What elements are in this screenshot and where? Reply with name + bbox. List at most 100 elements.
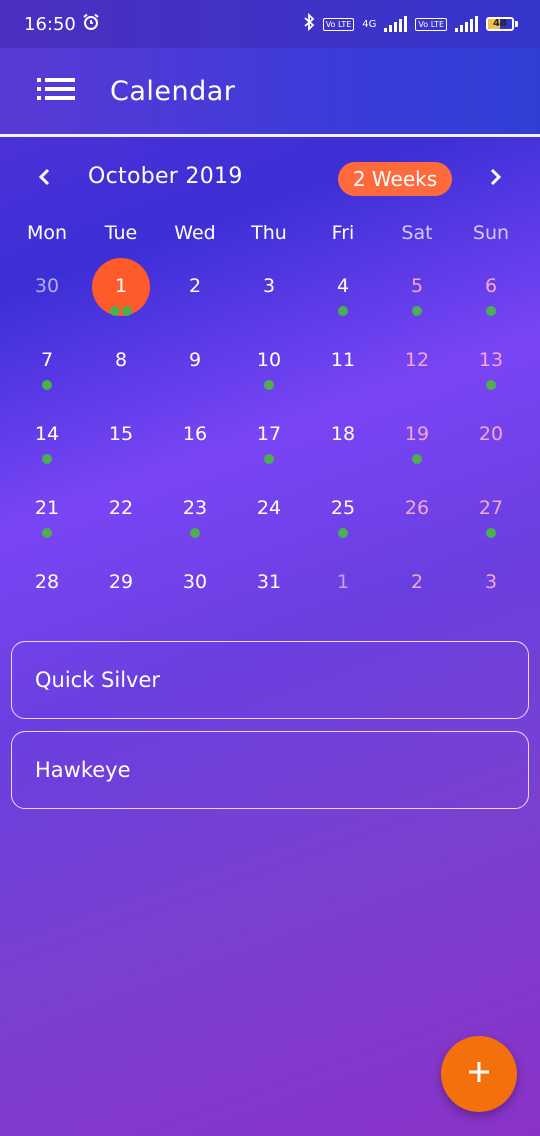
day-number: 16 — [182, 423, 208, 445]
day-number: 3 — [484, 571, 498, 593]
signal-icon-1 — [384, 16, 408, 32]
next-month-button[interactable] — [476, 158, 516, 200]
calendar-format-button[interactable]: 2 Weeks — [338, 162, 452, 196]
event-card[interactable]: Hawkeye — [11, 731, 529, 809]
event-card[interactable]: Quick Silver — [11, 641, 529, 719]
event-markers — [158, 528, 232, 538]
week-row: 14 15 16 17 18 19 20 — [10, 406, 528, 480]
event-marker-dot — [486, 306, 496, 316]
previous-month-button[interactable] — [24, 158, 64, 200]
day-cell[interactable]: 28 — [10, 554, 84, 628]
event-title: Hawkeye — [35, 758, 131, 782]
menu-button[interactable] — [20, 48, 92, 134]
event-markers — [380, 306, 454, 316]
selected-day-cell[interactable]: 1 — [84, 258, 158, 332]
day-cell[interactable]: 2 — [380, 554, 454, 628]
chevron-left-icon — [37, 167, 51, 191]
day-cell[interactable]: 1 — [306, 554, 380, 628]
day-cell[interactable]: 25 — [306, 480, 380, 554]
event-markers — [454, 306, 528, 316]
day-number: 9 — [188, 349, 202, 371]
event-marker-dot — [338, 306, 348, 316]
signal-icon-2 — [455, 16, 478, 32]
day-number: 24 — [256, 497, 282, 519]
event-marker-dot — [486, 528, 496, 538]
day-cell[interactable]: 6 — [454, 258, 528, 332]
day-number: 8 — [114, 349, 128, 371]
day-number: 23 — [182, 497, 208, 519]
day-number: 18 — [330, 423, 356, 445]
week-row: 7 8 9 10 11 12 13 — [10, 332, 528, 406]
day-number: 2 — [410, 571, 424, 593]
event-marker-dot — [42, 380, 52, 390]
day-cell[interactable]: 17 — [232, 406, 306, 480]
day-cell[interactable]: 3 — [232, 258, 306, 332]
day-number: 2 — [188, 275, 202, 297]
status-left: 16:50 — [24, 13, 100, 36]
network-type: 4G — [362, 18, 377, 30]
event-markers — [306, 528, 380, 538]
day-number: 6 — [484, 275, 498, 297]
page-title: Calendar — [110, 75, 236, 107]
weekday-header: Mon Tue Wed Thu Fri Sat Sun — [10, 222, 528, 254]
event-marker-dot — [412, 306, 422, 316]
day-cell[interactable]: 14 — [10, 406, 84, 480]
day-cell[interactable]: 29 — [84, 554, 158, 628]
volte-badge-1: Vo LTE — [322, 17, 355, 31]
day-cell[interactable]: 12 — [380, 332, 454, 406]
day-cell[interactable]: 21 — [10, 480, 84, 554]
day-number: 17 — [256, 423, 282, 445]
day-cell[interactable]: 11 — [306, 332, 380, 406]
weekday-sat: Sat — [401, 222, 433, 244]
day-number: 15 — [108, 423, 134, 445]
day-cell[interactable]: 18 — [306, 406, 380, 480]
day-cell[interactable]: 19 — [380, 406, 454, 480]
day-cell[interactable]: 5 — [380, 258, 454, 332]
add-event-button[interactable] — [441, 1036, 517, 1112]
day-cell[interactable]: 31 — [232, 554, 306, 628]
day-cell[interactable]: 10 — [232, 332, 306, 406]
weekday-tue: Tue — [104, 222, 138, 244]
day-cell[interactable]: 8 — [84, 332, 158, 406]
event-markers — [380, 454, 454, 464]
day-cell[interactable]: 4 — [306, 258, 380, 332]
day-number: 31 — [256, 571, 282, 593]
day-cell[interactable]: 30 — [10, 258, 84, 332]
day-number: 19 — [404, 423, 430, 445]
day-cell[interactable]: 24 — [232, 480, 306, 554]
weekday-mon: Mon — [26, 222, 68, 244]
day-number: 13 — [478, 349, 504, 371]
month-label: October 2019 — [88, 164, 243, 189]
event-markers — [84, 306, 158, 316]
month-navigation: October 2019 2 Weeks — [0, 158, 540, 200]
event-marker-dot — [264, 454, 274, 464]
event-title: Quick Silver — [35, 668, 161, 692]
week-row: 21 22 23 24 25 26 27 — [10, 480, 528, 554]
day-number: 22 — [108, 497, 134, 519]
event-marker-dot — [42, 454, 52, 464]
chevron-right-icon — [489, 167, 503, 191]
day-cell[interactable]: 27 — [454, 480, 528, 554]
event-markers — [232, 380, 306, 390]
event-markers — [10, 528, 84, 538]
status-right: Vo LTE 4G Vo LTE 48 — [303, 12, 518, 35]
day-cell[interactable]: 7 — [10, 332, 84, 406]
day-cell[interactable]: 9 — [158, 332, 232, 406]
day-cell[interactable]: 26 — [380, 480, 454, 554]
day-cell[interactable]: 30 — [158, 554, 232, 628]
day-cell[interactable]: 23 — [158, 480, 232, 554]
event-marker-dot — [122, 306, 132, 316]
day-cell[interactable]: 20 — [454, 406, 528, 480]
day-cell[interactable]: 13 — [454, 332, 528, 406]
day-number: 27 — [478, 497, 504, 519]
status-time: 16:50 — [24, 13, 76, 35]
day-cell[interactable]: 2 — [158, 258, 232, 332]
day-cell[interactable]: 15 — [84, 406, 158, 480]
day-cell[interactable]: 3 — [454, 554, 528, 628]
battery-icon: 48 — [486, 17, 518, 31]
day-cell[interactable]: 16 — [158, 406, 232, 480]
day-number: 11 — [330, 349, 356, 371]
day-number: 30 — [182, 571, 208, 593]
day-cell[interactable]: 22 — [84, 480, 158, 554]
day-number: 7 — [40, 349, 54, 371]
